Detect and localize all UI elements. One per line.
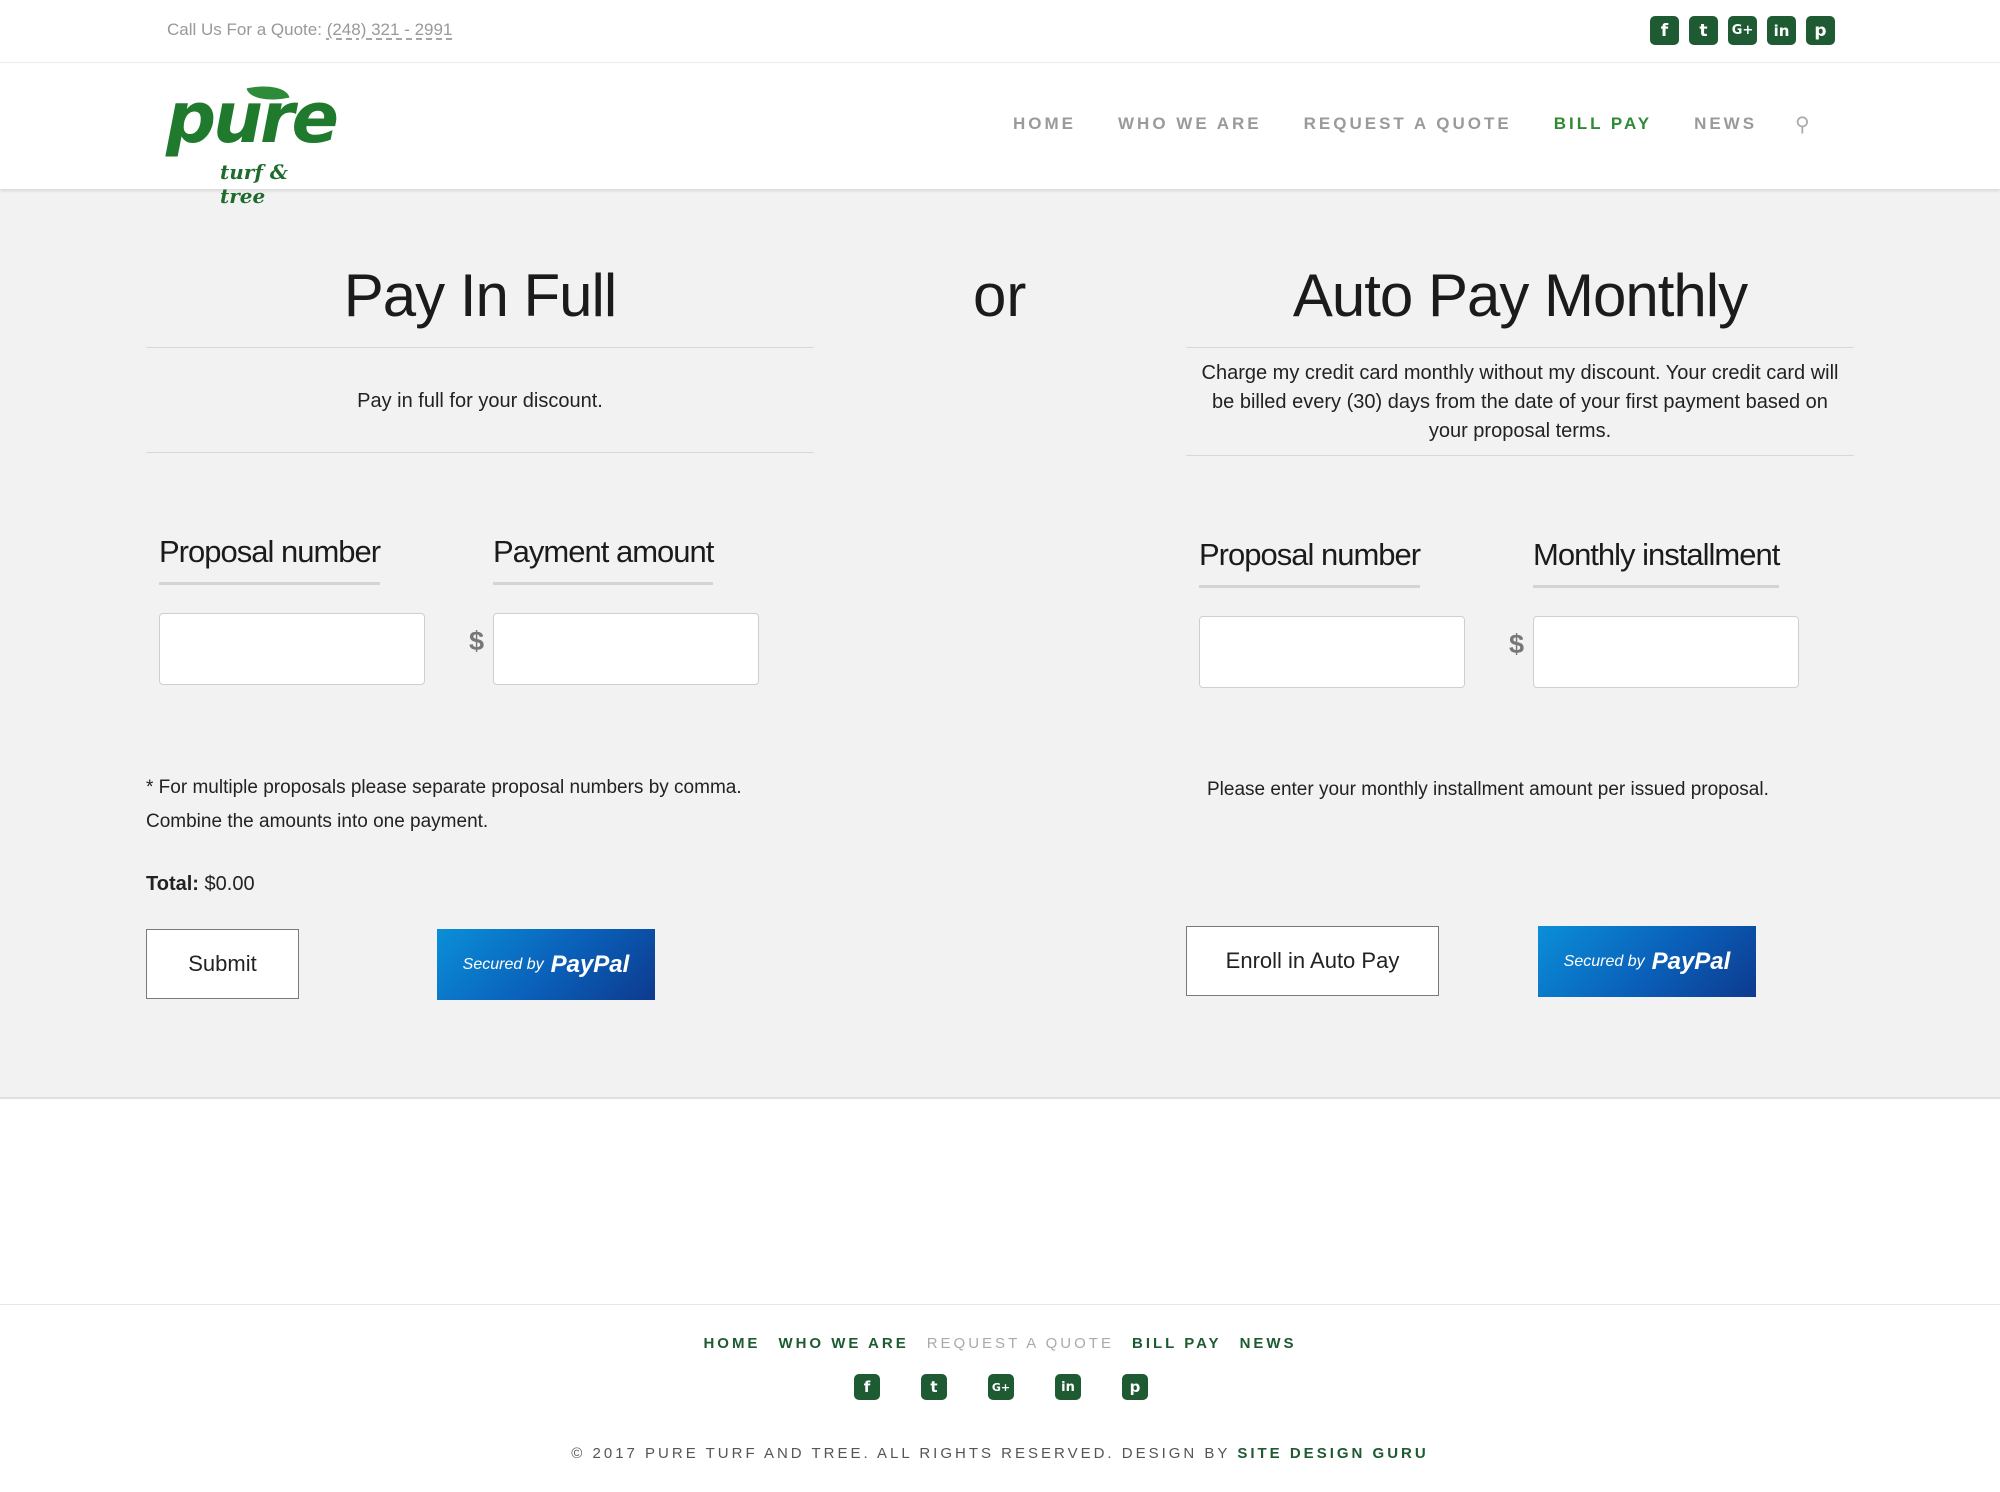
phone-label: Call Us For a Quote:: [167, 20, 322, 39]
enroll-auto-pay-button[interactable]: Enroll in Auto Pay: [1186, 926, 1439, 996]
total-value: $0.00: [204, 873, 255, 895]
social-links-top: f t G+ in p: [1650, 16, 1835, 45]
divider: [146, 347, 814, 348]
description-line: Charge my credit card monthly without my…: [1201, 362, 1839, 384]
paypal-secured-text: Secured by: [1563, 952, 1645, 970]
footer-nav-bill-pay[interactable]: BILL PAY: [1132, 1335, 1222, 1352]
logo-wordmark: pure: [166, 77, 339, 159]
site-logo[interactable]: pure turf & tree: [166, 77, 339, 208]
phone-link[interactable]: (248) 321 - 2991: [327, 20, 453, 39]
nav-news[interactable]: NEWS: [1694, 114, 1757, 134]
or-separator: or: [973, 262, 1027, 329]
paypal-logo: PayPal: [550, 950, 630, 978]
currency-symbol: $: [1509, 629, 1525, 659]
auto-proposal-number-input[interactable]: [1199, 616, 1465, 688]
auto-pay-description: Charge my credit card monthly without my…: [1186, 359, 1854, 446]
google-plus-icon[interactable]: G+: [1728, 16, 1757, 45]
site-footer: HOME WHO WE ARE REQUEST A QUOTE BILL PAY…: [0, 1304, 2000, 1492]
quote-phone: Call Us For a Quote: (248) 321 - 2991: [167, 20, 452, 40]
nav-who-we-are[interactable]: WHO WE ARE: [1118, 114, 1262, 134]
main-nav: HOME WHO WE ARE REQUEST A QUOTE BILL PAY…: [1013, 112, 1810, 136]
paypal-button[interactable]: Secured by PayPal: [1538, 926, 1756, 997]
twitter-icon[interactable]: t: [1689, 16, 1718, 45]
monthly-installment-label: Monthly installment: [1533, 537, 1780, 588]
main-header: pure turf & tree HOME WHO WE ARE REQUEST…: [0, 64, 2000, 208]
bill-pay-section: Pay In Full Pay in full for your discoun…: [0, 189, 2000, 1099]
pay-in-full-description: Pay in full for your discount.: [357, 390, 603, 412]
footer-nav-request-a-quote[interactable]: REQUEST A QUOTE: [927, 1335, 1114, 1352]
top-bar: Call Us For a Quote: (248) 321 - 2991 f …: [0, 0, 2000, 63]
footer-nav-who-we-are[interactable]: WHO WE ARE: [778, 1335, 908, 1352]
pinterest-icon[interactable]: p: [1122, 1374, 1148, 1400]
divider: [1186, 455, 1854, 456]
paypal-secured-text: Secured by: [462, 955, 544, 973]
auto-proposal-number-label: Proposal number: [1199, 537, 1421, 588]
total-label: Total:: [146, 873, 199, 895]
auto-pay-title: Auto Pay Monthly: [1292, 262, 1748, 329]
multiple-proposals-note: * For multiple proposals please separate…: [146, 771, 742, 839]
copyright: © 2017 PURE TURF AND TREE. ALL RIGHTS RE…: [0, 1445, 2000, 1462]
facebook-icon[interactable]: f: [1650, 16, 1679, 45]
paypal-logo: PayPal: [1651, 947, 1731, 975]
divider: [1186, 347, 1854, 348]
twitter-icon[interactable]: t: [921, 1374, 947, 1400]
payment-amount-label: Payment amount: [493, 534, 714, 585]
description-line: be billed every (30) days from the date …: [1212, 391, 1828, 413]
linkedin-icon[interactable]: in: [1055, 1374, 1081, 1400]
proposal-number-label: Proposal number: [159, 534, 381, 585]
description-line: your proposal terms.: [1428, 420, 1612, 442]
linkedin-icon[interactable]: in: [1767, 16, 1796, 45]
pay-in-full-title: Pay In Full: [343, 262, 617, 329]
submit-button[interactable]: Submit: [146, 929, 299, 999]
nav-bill-pay[interactable]: BILL PAY: [1554, 114, 1652, 134]
currency-symbol: $: [469, 626, 485, 656]
pinterest-icon[interactable]: p: [1806, 16, 1835, 45]
search-icon[interactable]: ⚲: [1795, 112, 1813, 136]
logo-tagline: turf & tree: [220, 160, 288, 208]
note-line: * For multiple proposals please separate…: [146, 777, 742, 798]
proposal-number-input[interactable]: [159, 613, 425, 685]
divider: [146, 452, 814, 453]
paypal-button[interactable]: Secured by PayPal: [437, 929, 655, 1000]
google-plus-icon[interactable]: G+: [988, 1374, 1014, 1400]
footer-nav-news[interactable]: NEWS: [1240, 1335, 1297, 1352]
copyright-text: © 2017 PURE TURF AND TREE. ALL RIGHTS RE…: [571, 1445, 1231, 1462]
facebook-icon[interactable]: f: [854, 1374, 880, 1400]
payment-amount-input[interactable]: [493, 613, 759, 685]
monthly-installment-input[interactable]: [1533, 616, 1799, 688]
nav-request-a-quote[interactable]: REQUEST A QUOTE: [1304, 114, 1512, 134]
social-links-footer: f t G+ in p: [854, 1374, 1148, 1400]
nav-home[interactable]: HOME: [1013, 114, 1076, 134]
footer-nav: HOME WHO WE ARE REQUEST A QUOTE BILL PAY…: [0, 1335, 2000, 1352]
designer-link[interactable]: SITE DESIGN GURU: [1237, 1445, 1428, 1462]
note-line: Combine the amounts into one payment.: [146, 811, 489, 832]
total-display: Total: $0.00: [146, 873, 255, 896]
footer-nav-home[interactable]: HOME: [703, 1335, 760, 1352]
installment-note: Please enter your monthly installment am…: [1207, 779, 1769, 800]
